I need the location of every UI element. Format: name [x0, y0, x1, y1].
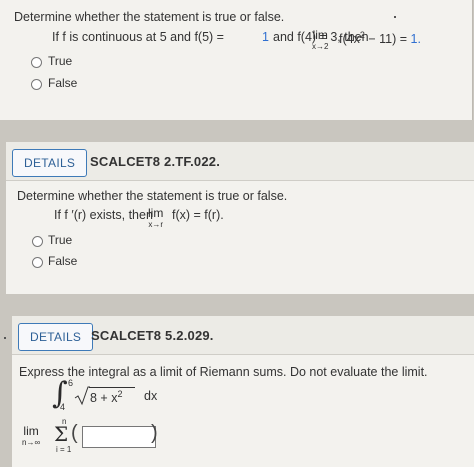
question-card-1: Determine whether the statement is true … — [0, 0, 473, 120]
expr-part: f(4x — [339, 32, 360, 47]
question-1-instruction: Determine whether the statement is true … — [14, 10, 285, 24]
option-false-label: False — [48, 76, 78, 90]
question-1-statement-a: If f is continuous at 5 and f(5) = — [52, 30, 224, 44]
question-2-statement-a: If f ′(r) exists, then — [54, 208, 153, 222]
bullet-dot — [4, 337, 6, 339]
question-card-3: DETAILS SCALCET8 5.2.029. Express the in… — [12, 316, 474, 467]
question-2-code: SCALCET8 2.TF.022. — [90, 154, 221, 169]
integrand: 8 + x2 — [90, 389, 122, 405]
limit-subscript: x→r — [148, 220, 163, 229]
limit-word: lim — [148, 206, 164, 220]
radio-false[interactable] — [31, 79, 42, 90]
question-3-code: SCALCET8 5.2.029. — [91, 328, 214, 343]
limit-word: lim — [23, 424, 39, 438]
question-2-statement-b: f(x) = f(r). — [172, 208, 224, 222]
answer-limit: lim n→∞ — [22, 424, 41, 448]
close-paren: ) — [151, 422, 158, 444]
limit-word: lim — [312, 28, 328, 42]
details-button[interactable]: DETAILS — [12, 149, 88, 177]
question-1-limit: lim x→2 — [312, 28, 329, 52]
question-2-instruction: Determine whether the statement is true … — [17, 189, 288, 203]
radio-false[interactable] — [32, 257, 43, 268]
integrand-text: 8 + x — [90, 391, 118, 406]
exponent: 2 — [359, 30, 365, 40]
sum-lower-bound: i = 1 — [56, 445, 72, 454]
question-1-value-b: 1. — [410, 32, 421, 47]
integral-upper-bound: 6 — [68, 378, 74, 388]
sqrt-symbol — [74, 386, 90, 406]
riemann-sum-answer-input[interactable] — [82, 426, 156, 448]
stray-dot — [394, 16, 396, 18]
open-paren: ( — [71, 422, 78, 444]
question-2-limit: lim x→r — [148, 206, 164, 230]
sqrt-bar — [89, 387, 135, 388]
option-true-label: True — [48, 54, 73, 68]
radio-true[interactable] — [31, 57, 42, 68]
option-true-label: True — [48, 233, 73, 247]
question-3-instruction: Express the integral as a limit of Riema… — [19, 365, 428, 379]
sigma-icon: Σ — [54, 422, 69, 446]
limit-subscript: n→∞ — [22, 438, 41, 447]
question-card-2: DETAILS SCALCET8 2.TF.022. Determine whe… — [6, 142, 474, 294]
question-1-value-a: 1 — [262, 30, 269, 44]
details-button[interactable]: DETAILS — [18, 323, 94, 351]
question-1-statement-c: f(4x2 − 11) = 1. — [339, 30, 421, 46]
exponent: 2 — [117, 389, 123, 399]
limit-subscript: x→2 — [312, 42, 329, 51]
expr-part: − 11) = — [368, 32, 408, 47]
radio-true[interactable] — [32, 236, 43, 247]
option-false-label: False — [48, 254, 78, 268]
dx-label: dx — [144, 389, 158, 403]
integral-lower-bound: 4 — [60, 402, 66, 412]
